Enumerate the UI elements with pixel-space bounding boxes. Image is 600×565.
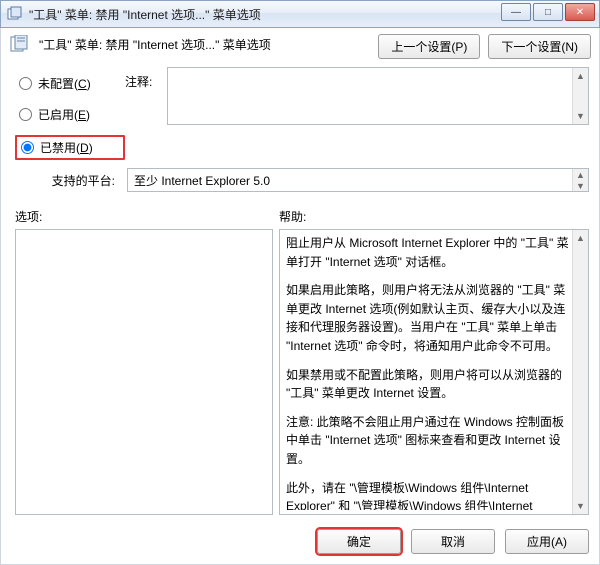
options-panel <box>15 229 273 515</box>
radio-not-configured[interactable]: 未配置(C) <box>15 73 125 94</box>
radio-disabled-input[interactable] <box>21 141 34 154</box>
ok-button[interactable]: 确定 <box>317 529 401 554</box>
radio-disabled[interactable]: 已禁用(D) <box>15 135 125 160</box>
scroll-down-icon[interactable]: ▼ <box>573 180 588 191</box>
radio-enabled-label: 已启用(E) <box>38 106 90 123</box>
help-p2: 如果启用此策略，则用户将无法从浏览器的 "工具" 菜单更改 Internet 选… <box>286 281 570 355</box>
scroll-up-icon[interactable]: ▲ <box>573 68 588 84</box>
help-p3: 如果禁用或不配置此策略，则用户将可以从浏览器的 "工具" 菜单更改 Intern… <box>286 366 570 403</box>
radio-enabled-input[interactable] <box>19 108 32 121</box>
help-p5: 此外，请在 "\管理模板\Windows 组件\Internet Explore… <box>286 479 570 510</box>
next-setting-label: 下一个设置(N) <box>501 40 578 54</box>
panels: 阻止用户从 Microsoft Internet Explorer 中的 "工具… <box>0 229 600 523</box>
scroll-up-icon[interactable]: ▲ <box>573 230 588 246</box>
next-setting-button[interactable]: 下一个设置(N) <box>488 34 591 59</box>
dialog-footer: 确定 取消 应用(A) <box>0 523 600 565</box>
ok-label: 确定 <box>347 535 371 549</box>
apply-label: 应用(A) <box>527 535 567 549</box>
supported-on-field: 至少 Internet Explorer 5.0 ▲ ▼ <box>127 168 589 192</box>
scroll-down-icon[interactable]: ▼ <box>573 498 588 514</box>
policy-state-radios: 未配置(C) 已启用(E) 已禁用(D) <box>15 67 125 160</box>
radio-not-configured-input[interactable] <box>19 77 32 90</box>
nav-buttons: 上一个设置(P) 下一个设置(N) <box>378 34 591 59</box>
previous-setting-label: 上一个设置(P) <box>391 40 467 54</box>
comment-label: 注释: <box>125 67 161 125</box>
radio-disabled-label: 已禁用(D) <box>40 139 93 156</box>
window-controls: — □ ✕ <box>501 3 595 21</box>
supported-on-value: 至少 Internet Explorer 5.0 <box>134 172 270 189</box>
comment-scrollbar[interactable]: ▲ ▼ <box>572 68 588 124</box>
cancel-button[interactable]: 取消 <box>411 529 495 554</box>
header-title: "工具" 菜单: 禁用 "Internet 选项..." 菜单选项 <box>39 34 271 53</box>
help-p4: 注意: 此策略不会阻止用户通过在 Windows 控制面板中单击 "Intern… <box>286 413 570 469</box>
apply-button[interactable]: 应用(A) <box>505 529 589 554</box>
close-button[interactable]: ✕ <box>565 3 595 21</box>
maximize-button[interactable]: □ <box>533 3 563 21</box>
policy-icon <box>7 6 23 22</box>
config-section: 未配置(C) 已启用(E) 已禁用(D) 注释: ▲ ▼ 支持的平台: <box>0 63 600 198</box>
supported-on-scrollbar[interactable]: ▲ ▼ <box>572 169 588 191</box>
radio-not-configured-label: 未配置(C) <box>38 75 91 92</box>
help-panel: 阻止用户从 Microsoft Internet Explorer 中的 "工具… <box>279 229 589 515</box>
scroll-down-icon[interactable]: ▼ <box>573 108 588 124</box>
comment-textarea[interactable]: ▲ ▼ <box>167 67 589 125</box>
titlebar: "工具" 菜单: 禁用 "Internet 选项..." 菜单选项 — □ ✕ <box>0 0 600 28</box>
window-title: "工具" 菜单: 禁用 "Internet 选项..." 菜单选项 <box>29 6 261 23</box>
split-labels: 选项: 帮助: <box>0 198 600 229</box>
supported-on-label: 支持的平台: <box>15 172 121 189</box>
policy-header-icon <box>9 35 31 53</box>
cancel-label: 取消 <box>441 535 465 549</box>
radio-enabled[interactable]: 已启用(E) <box>15 104 125 125</box>
help-label: 帮助: <box>279 208 306 225</box>
header: "工具" 菜单: 禁用 "Internet 选项..." 菜单选项 上一个设置(… <box>0 28 600 63</box>
options-label: 选项: <box>15 208 279 225</box>
help-text: 阻止用户从 Microsoft Internet Explorer 中的 "工具… <box>286 234 570 510</box>
help-scrollbar[interactable]: ▲ ▼ <box>572 230 588 514</box>
help-p1: 阻止用户从 Microsoft Internet Explorer 中的 "工具… <box>286 234 570 271</box>
minimize-button[interactable]: — <box>501 3 531 21</box>
previous-setting-button[interactable]: 上一个设置(P) <box>378 34 480 59</box>
scroll-up-icon[interactable]: ▲ <box>573 169 588 180</box>
